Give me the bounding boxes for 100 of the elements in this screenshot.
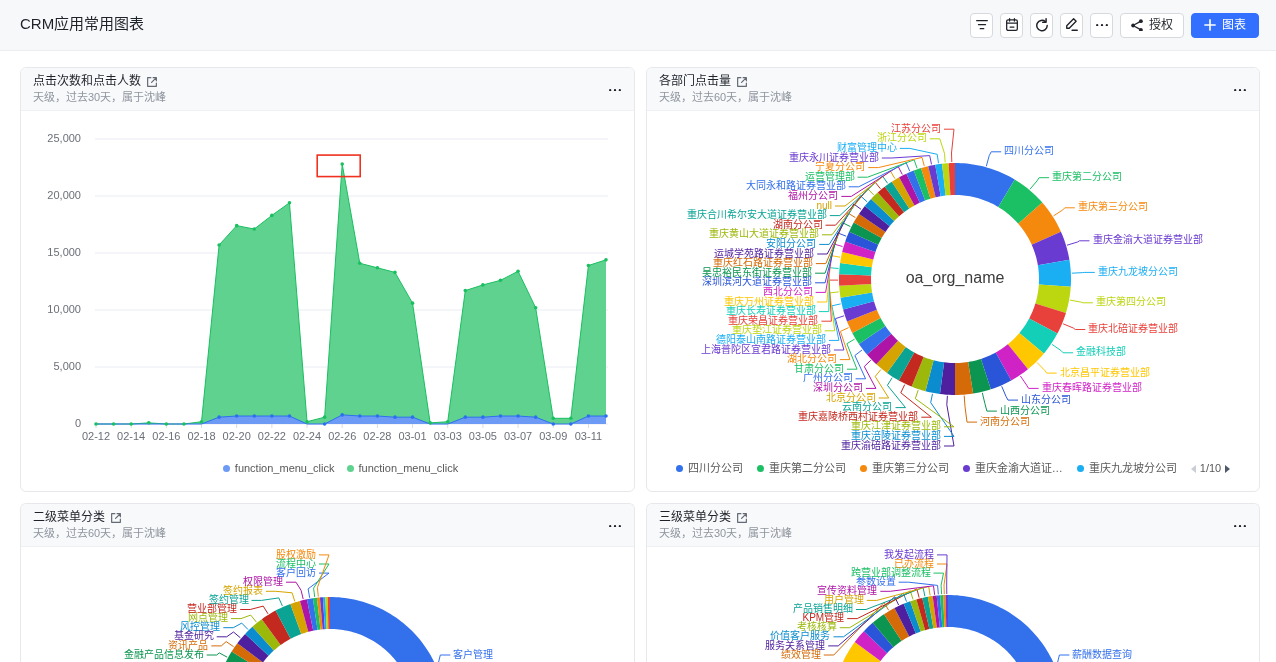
- leader-line: [1029, 177, 1050, 190]
- legend-label[interactable]: function_menu_click: [234, 460, 335, 477]
- leader-line: [206, 652, 228, 658]
- more-icon: [609, 524, 621, 528]
- data-point: [375, 266, 380, 270]
- slice-label: 签约报表: [222, 584, 263, 596]
- slice-label: 重庆北碚证券营业部: [1088, 323, 1179, 335]
- external-link-icon[interactable]: [147, 76, 157, 87]
- more-icon: [1095, 23, 1108, 27]
- x-axis-label: 02-14: [117, 429, 146, 442]
- slice-label: 四川分公司: [1004, 145, 1055, 157]
- highlight-box: [316, 154, 361, 178]
- slice-label: 河南分公司: [980, 415, 1031, 427]
- data-point: [445, 419, 450, 424]
- legend-label[interactable]: 重庆九龙坡分公司: [1088, 460, 1177, 477]
- data-point: [340, 413, 344, 417]
- slice-label: 重庆第二分公司: [1052, 171, 1123, 183]
- data-point: [94, 422, 98, 426]
- data-point: [252, 227, 257, 231]
- refresh-button[interactable]: [1030, 12, 1053, 38]
- slice-label: 参数设置: [855, 575, 896, 587]
- x-axis-label: 03-07: [504, 429, 533, 442]
- x-axis-label: 02-12: [81, 429, 111, 442]
- legend-label[interactable]: 四川分公司: [687, 460, 743, 477]
- data-point: [586, 414, 591, 418]
- slice-label: 重庆春晖路证券营业部: [1041, 382, 1142, 394]
- edit-icon: [1065, 18, 1078, 32]
- x-axis-label: 02-16: [152, 429, 181, 442]
- pager-next-icon[interactable]: [1225, 464, 1231, 473]
- data-point: [410, 301, 415, 305]
- slice-label: 重庆第四分公司: [1095, 296, 1166, 308]
- card-title: 点击次数和点击人数: [33, 74, 141, 89]
- more-button[interactable]: [608, 524, 622, 528]
- slice-label: 流程中心: [276, 557, 316, 569]
- filter-button[interactable]: [970, 12, 993, 38]
- external-link-icon[interactable]: [737, 76, 747, 87]
- add-chart-button[interactable]: 图表: [1191, 12, 1259, 38]
- more-button[interactable]: [608, 88, 622, 92]
- refresh-icon: [1035, 18, 1048, 32]
- slice-label: 重庆永川证券营业部: [788, 151, 879, 163]
- x-axis-label: 02-22: [257, 429, 286, 442]
- data-point: [393, 270, 397, 275]
- external-link-icon[interactable]: [111, 512, 121, 523]
- calendar-button[interactable]: [1000, 12, 1023, 38]
- data-point: [358, 414, 362, 418]
- slice-label: 甘肃分公司: [794, 362, 845, 374]
- slice-label: 福州分公司: [788, 190, 839, 202]
- data-point: [410, 415, 415, 419]
- calendar-icon: [1005, 18, 1018, 32]
- data-point: [199, 419, 204, 424]
- leader-line: [1051, 343, 1074, 354]
- more-button[interactable]: [1233, 524, 1247, 528]
- legend-label[interactable]: 重庆第二分公司: [768, 460, 846, 477]
- data-point: [604, 258, 608, 262]
- slice-label: 重庆嘉陵桥西村证券营业部: [798, 410, 919, 422]
- external-link-icon[interactable]: [737, 512, 747, 523]
- data-point: [393, 415, 397, 419]
- legend-label[interactable]: function_menu_click: [358, 460, 459, 477]
- slice-label: 北京昌平证券营业部: [1059, 366, 1150, 378]
- y-axis-label: 5,000: [53, 359, 81, 372]
- data-point: [270, 213, 274, 218]
- data-point: [182, 422, 186, 426]
- pager-text: 1/10: [1199, 461, 1222, 477]
- x-axis-label: 03-05: [468, 429, 497, 442]
- slice-label: 重庆万州证券营业部: [723, 295, 814, 307]
- leader-line: [963, 395, 978, 423]
- plus-icon: [1204, 19, 1216, 31]
- card-subtitle: 天级，过去60天，属于沈峰: [659, 90, 793, 105]
- page-title: CRM应用常用图表: [20, 13, 145, 34]
- data-point: [322, 422, 327, 426]
- legend-label[interactable]: 重庆第三分公司: [871, 460, 949, 477]
- slice-label: 上海普陀区宜君路证券营业部: [700, 343, 831, 355]
- more-icon: [1234, 88, 1246, 92]
- card-title: 各部门点击量: [659, 74, 731, 89]
- authorize-button[interactable]: 授权: [1120, 12, 1184, 38]
- x-axis-label: 02-24: [292, 429, 322, 442]
- data-point: [481, 415, 485, 419]
- slice-label: 客户管理: [453, 648, 494, 660]
- leader-line: [1071, 271, 1096, 274]
- data-point: [604, 414, 608, 418]
- card-subtitle: 天级，过去30天，属于沈峰: [659, 526, 793, 541]
- card-title: 三级菜单分类: [659, 510, 731, 525]
- slice-label: 金融科技部: [1076, 346, 1127, 358]
- card-subtitle: 天级，过去30天，属于沈峰: [33, 90, 167, 105]
- x-axis-label: 02-18: [187, 429, 216, 442]
- leader-line: [1001, 385, 1019, 401]
- data-point: [463, 288, 468, 293]
- y-axis-label: 25,000: [47, 131, 81, 144]
- leader-line: [239, 605, 269, 615]
- more-button[interactable]: [1233, 88, 1247, 92]
- leader-line: [1019, 375, 1040, 389]
- slice-label: 重庆渝碚路证券营业部: [841, 439, 941, 451]
- slice-label: 资讯产品: [168, 639, 209, 651]
- card-subtitle: 天级，过去60天，属于沈峰: [33, 526, 167, 541]
- data-point: [287, 201, 292, 205]
- legend-label[interactable]: 重庆金渝大道证…: [974, 460, 1063, 477]
- data-point: [111, 422, 116, 426]
- leader-line: [1053, 207, 1076, 217]
- x-axis-label: 03-09: [539, 429, 568, 442]
- edit-button[interactable]: [1060, 12, 1083, 38]
